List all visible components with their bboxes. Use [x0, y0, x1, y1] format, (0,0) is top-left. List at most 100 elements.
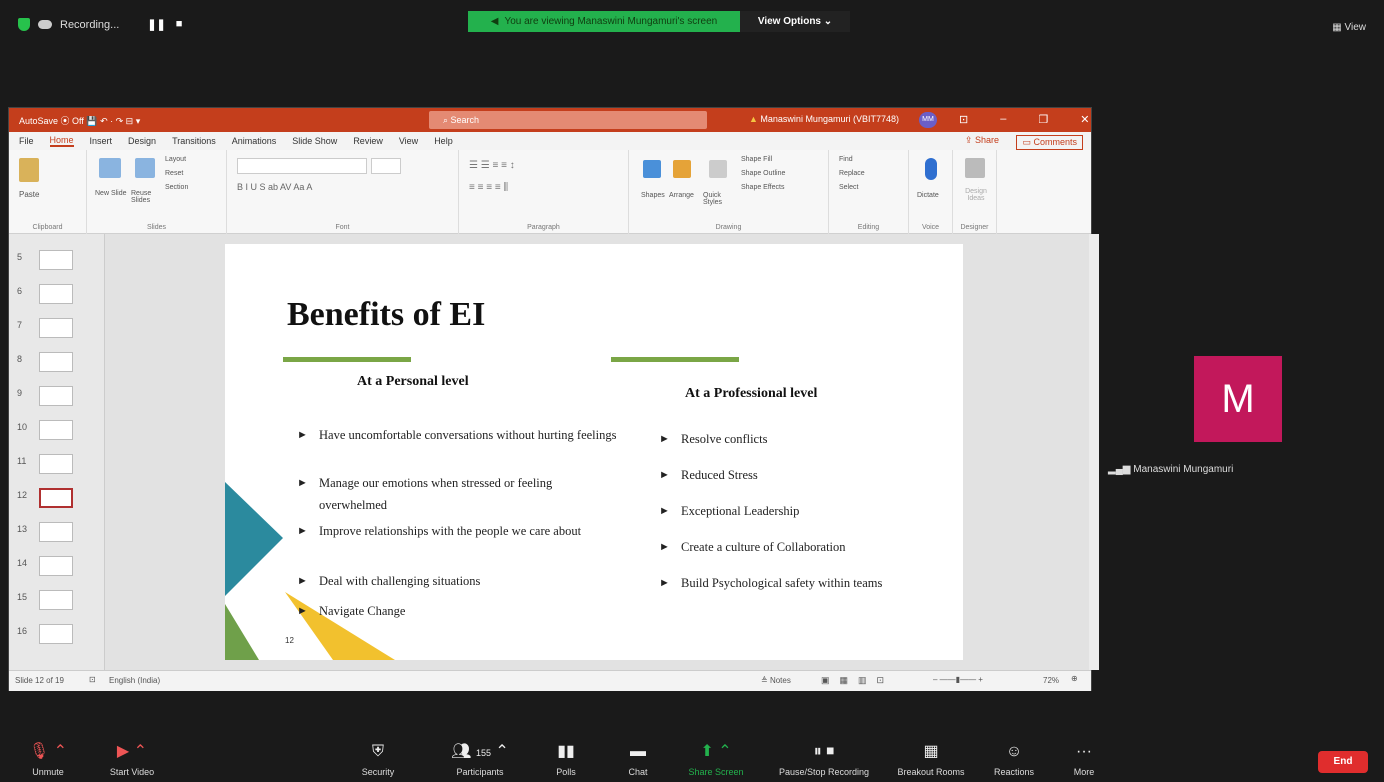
start-video-button[interactable]: ▶︎ ⌃ Start Video	[92, 743, 172, 777]
tab-home[interactable]: Home	[49, 135, 74, 147]
breakout-rooms-label: Breakout Rooms	[897, 767, 965, 777]
view-mode-icons[interactable]: ▣▦▥⊡	[821, 675, 894, 686]
stop-recording-icon[interactable]: ■	[176, 18, 183, 31]
notes-label: Notes	[769, 676, 791, 685]
layout-button[interactable]: Layout	[165, 156, 186, 163]
shape-effects-button[interactable]: Shape Effects	[741, 184, 784, 191]
current-slide[interactable]: Benefits of EI At a Personal level At a …	[225, 244, 963, 660]
reset-button[interactable]: Reset	[165, 170, 183, 177]
slide-thumbnail[interactable]	[39, 284, 73, 304]
end-meeting-button[interactable]: End	[1318, 751, 1368, 773]
tab-transitions[interactable]: Transitions	[172, 136, 216, 146]
shape-fill-button[interactable]: Shape Fill	[741, 156, 772, 163]
align-icons[interactable]: ≡ ≡ ≡ ≡ ⫼	[469, 182, 508, 193]
slide-thumbnail-selected[interactable]	[39, 488, 73, 508]
new-slide-icon[interactable]	[99, 158, 121, 178]
status-language[interactable]: English (India)	[109, 676, 160, 685]
dictate-label[interactable]: Dictate	[917, 192, 939, 199]
slide-thumbnail[interactable]	[39, 556, 73, 576]
close-icon[interactable]: ✕	[1080, 113, 1089, 126]
quick-access-toolbar[interactable]: AutoSave ⦿ Off 💾 ↶ · ↷ ⊟ ▾	[19, 114, 140, 127]
tab-animations[interactable]: Animations	[232, 136, 277, 146]
arrange-label[interactable]: Arrange	[669, 192, 694, 199]
reuse-slides-icon[interactable]	[135, 158, 155, 178]
slide-thumbnail[interactable]	[39, 352, 73, 372]
design-ideas-icon[interactable]	[965, 158, 985, 178]
replace-button[interactable]: Replace	[839, 170, 865, 177]
group-label-drawing: Drawing	[715, 224, 742, 231]
find-button[interactable]: Find	[839, 156, 853, 163]
paste-icon[interactable]	[19, 158, 39, 182]
arrange-icon[interactable]	[673, 160, 691, 178]
vertical-scrollbar[interactable]	[1089, 234, 1099, 670]
ribbon-display-icon[interactable]: ⊡	[959, 113, 968, 126]
list-icons[interactable]: ☰ ☰ ≡ ≡ ↕	[469, 160, 515, 171]
participants-button[interactable]: 👥︎ 155 ⌃ Participants	[440, 743, 520, 777]
spell-check-icon[interactable]: ⊡	[89, 675, 96, 684]
recording-indicator: Recording... ❚❚ ■	[18, 18, 182, 31]
minimize-icon[interactable]: –	[1000, 113, 1006, 126]
more-button[interactable]: ··· More	[1044, 743, 1124, 777]
tab-view[interactable]: View	[399, 136, 418, 146]
pause-stop-recording-button[interactable]: ⏸︎ ⏹︎ Pause/Stop Recording	[762, 743, 886, 777]
ppt-search-box[interactable]: ⌕ Search	[429, 111, 707, 129]
shapes-label[interactable]: Shapes	[641, 192, 665, 199]
slide-thumbnail[interactable]	[39, 624, 73, 644]
shape-outline-button[interactable]: Shape Outline	[741, 170, 785, 177]
font-format-icons[interactable]: B I U S ab AV Aa A	[237, 182, 312, 192]
tab-review[interactable]: Review	[353, 136, 383, 146]
reuse-slides-label[interactable]: Reuse Slides	[131, 190, 161, 204]
chat-button[interactable]: ▬ Chat	[598, 743, 678, 777]
share-screen-label: Share Screen	[688, 767, 744, 777]
ppt-avatar[interactable]: MM	[919, 112, 937, 128]
slide-thumbnail[interactable]	[39, 318, 73, 338]
slide-thumbnail[interactable]	[39, 386, 73, 406]
zoom-level[interactable]: 72%	[1043, 676, 1059, 685]
security-label: Security	[361, 767, 395, 777]
shared-powerpoint-window[interactable]: AutoSave ⦿ Off 💾 ↶ · ↷ ⊟ ▾ ⌕ Search ▲ Ma…	[8, 107, 1099, 691]
notes-button[interactable]: ≜ Notes	[761, 676, 791, 685]
share-screen-button[interactable]: ⬆︎ ⌃ Share Screen	[676, 743, 756, 777]
tab-help[interactable]: Help	[434, 136, 453, 146]
security-button[interactable]: ⛨ Security	[338, 743, 418, 777]
quick-styles-icon[interactable]	[709, 160, 727, 178]
participant-avatar-tile[interactable]: M	[1194, 356, 1282, 442]
new-slide-label[interactable]: New Slide	[95, 190, 127, 197]
slide-thumbnail-pane[interactable]: 5 6 7 8 9 10 11 12 13 14 15 16	[9, 234, 105, 670]
pause-recording-icon[interactable]: ❚❚	[147, 18, 165, 31]
tab-insert[interactable]: Insert	[90, 136, 113, 146]
font-size-dropdown[interactable]	[371, 158, 401, 174]
pause-stop-recording-label: Pause/Stop Recording	[778, 767, 870, 777]
maximize-icon[interactable]: ❐	[1038, 113, 1048, 126]
view-options-button[interactable]: View Options ⌄	[740, 11, 850, 32]
reactions-button[interactable]: ☺︎ Reactions	[974, 743, 1054, 777]
polls-button[interactable]: ▮▮ Polls	[526, 743, 606, 777]
zoom-slider[interactable]: – ——▮—— +	[933, 675, 983, 684]
unmute-button[interactable]: 🎙︎ ⌃ Unmute	[8, 743, 88, 777]
font-name-dropdown[interactable]	[237, 158, 367, 174]
thumb-number: 12	[17, 490, 28, 500]
design-ideas-label[interactable]: Design Ideas	[959, 188, 993, 202]
breakout-rooms-button[interactable]: ▦ Breakout Rooms	[886, 743, 976, 777]
select-button[interactable]: Select	[839, 184, 858, 191]
tab-slide-show[interactable]: Slide Show	[292, 136, 337, 146]
quick-styles-label[interactable]: Quick Styles	[703, 192, 733, 206]
shapes-icon[interactable]	[643, 160, 661, 178]
slide-thumbnail[interactable]	[39, 420, 73, 440]
slide-thumbnail[interactable]	[39, 590, 73, 610]
ppt-share-button[interactable]: ⇪ Share	[965, 135, 999, 146]
slide-thumbnail[interactable]	[39, 250, 73, 270]
paste-label[interactable]: Paste	[19, 190, 39, 199]
view-button[interactable]: ▦ View	[1332, 22, 1366, 33]
slide-thumbnail[interactable]	[39, 454, 73, 474]
fit-slide-icon[interactable]: ⊕	[1071, 674, 1078, 683]
tab-file[interactable]: File	[19, 136, 34, 146]
notes-icon: ≜	[761, 676, 770, 685]
section-button[interactable]: Section	[165, 184, 188, 191]
right-bullet: Build Psychological safety within teams	[659, 572, 911, 594]
tab-design[interactable]: Design	[128, 136, 156, 146]
ppt-comments-button[interactable]: ▭ Comments	[1016, 135, 1083, 150]
slide-thumbnail[interactable]	[39, 522, 73, 542]
microphone-icon[interactable]	[925, 158, 937, 180]
participant-count: 155	[475, 748, 491, 758]
